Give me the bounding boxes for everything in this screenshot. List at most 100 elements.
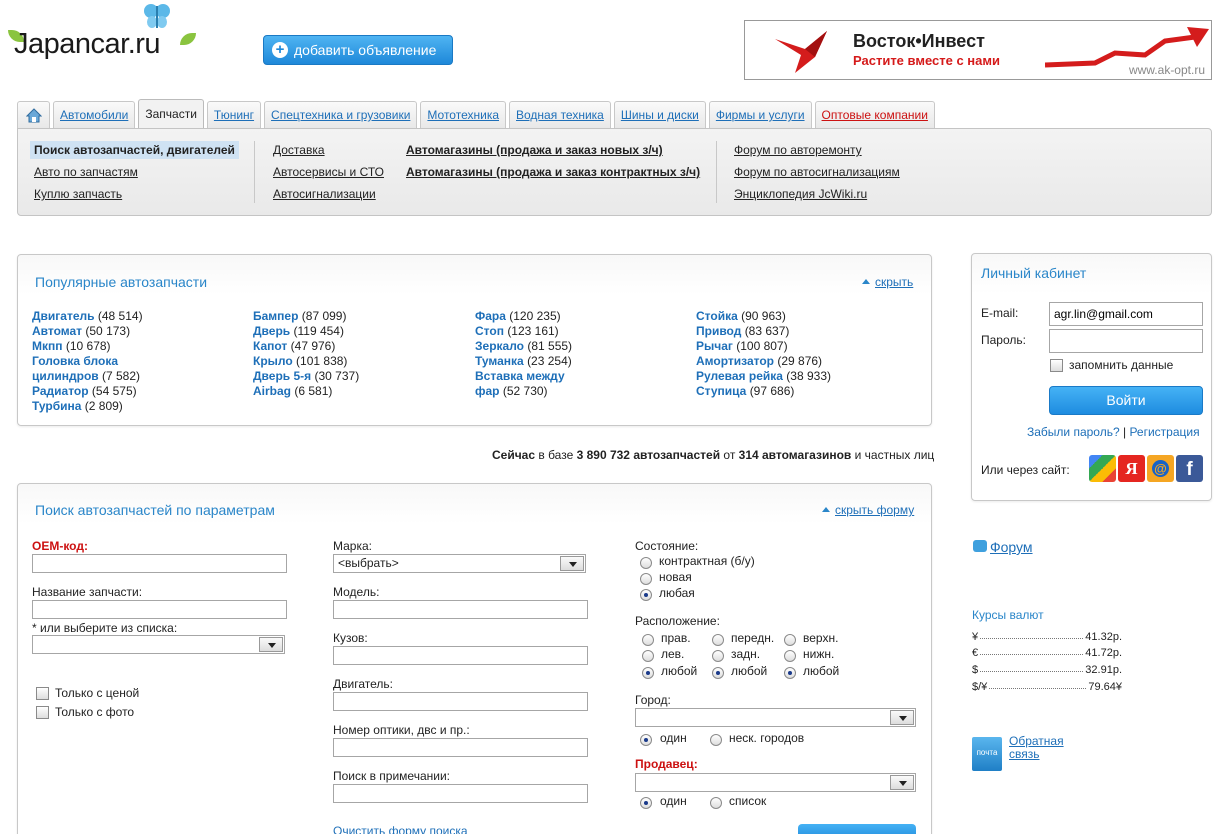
popular-part-link[interactable]: Турбина — [32, 399, 81, 413]
popular-part-link[interactable]: Капот — [253, 339, 287, 353]
password-input[interactable] — [1049, 329, 1203, 353]
note-input[interactable] — [333, 784, 588, 803]
popular-part-count: (47 976) — [290, 339, 336, 353]
engine-input[interactable] — [333, 692, 588, 711]
condition-new-radio[interactable] — [640, 573, 652, 585]
model-input[interactable] — [333, 600, 588, 619]
popular-part-link[interactable]: Двигатель — [32, 309, 95, 323]
loc-fr-any-radio[interactable] — [712, 667, 724, 679]
loc-right-radio[interactable] — [642, 634, 654, 646]
loc-left-radio[interactable] — [642, 650, 654, 662]
tab-home[interactable] — [17, 101, 50, 128]
tab-parts[interactable]: Запчасти — [138, 99, 204, 128]
home-icon — [25, 107, 42, 122]
subnav-cars-for-parts[interactable]: Авто по запчастям — [34, 165, 138, 179]
yandex-icon[interactable]: Я — [1118, 455, 1145, 482]
popular-part-link[interactable]: Рулевая рейка — [696, 369, 783, 383]
subnav-wiki[interactable]: Энциклопедия JcWiki.ru — [734, 187, 867, 201]
forum-link[interactable]: Форум — [990, 539, 1033, 555]
tab-tires[interactable]: Шины и диски — [613, 101, 706, 128]
subnav-delivery[interactable]: Доставка — [273, 143, 325, 157]
popular-part-link[interactable]: Фара — [475, 309, 506, 323]
feedback-link[interactable]: Обратная связь — [1009, 735, 1079, 761]
facebook-icon[interactable]: f — [1176, 455, 1203, 482]
popular-part-link[interactable]: Туманка — [475, 354, 524, 368]
popular-part-link[interactable]: Стойка — [696, 309, 738, 323]
add-listing-button[interactable]: + добавить объявление — [263, 35, 453, 65]
tab-cars[interactable]: Автомобили — [53, 101, 136, 128]
loc-front-radio[interactable] — [712, 634, 724, 646]
tab-companies[interactable]: Фирмы и услуги — [708, 101, 812, 128]
forgot-password-link[interactable]: Забыли пароль? — [1027, 425, 1120, 439]
condition-any-radio[interactable] — [640, 589, 652, 601]
remember-checkbox[interactable] — [1050, 359, 1063, 372]
email-input[interactable] — [1049, 302, 1203, 326]
ad-banner[interactable]: Восток•Инвест Растите вместе с нами www.… — [744, 20, 1212, 80]
optics-input[interactable] — [333, 738, 588, 757]
popular-part-link[interactable]: Вставка между — [475, 369, 565, 383]
mail-box-icon[interactable]: почта — [972, 737, 1002, 771]
subnav-shops-contract[interactable]: Автомагазины (продажа и заказ контрактны… — [406, 165, 700, 179]
body-label: Кузов: — [333, 631, 368, 645]
body-input[interactable] — [333, 646, 588, 665]
popular-part-link[interactable]: Дверь 5-я — [253, 369, 311, 383]
register-link[interactable]: Регистрация — [1129, 425, 1199, 439]
seller-list-radio[interactable] — [710, 797, 722, 809]
popular-part-link[interactable]: цилиндров — [32, 369, 99, 383]
popular-part-link[interactable]: Airbag — [253, 384, 291, 398]
popular-part-link[interactable]: фар — [475, 384, 500, 398]
popular-part-link[interactable]: Автомат — [32, 324, 82, 338]
popular-part-link[interactable]: Ступица — [696, 384, 746, 398]
popular-part-link[interactable]: Бампер — [253, 309, 298, 323]
subnav-repair-forum[interactable]: Форум по авторемонту — [734, 143, 862, 157]
subnav-alarm-forum[interactable]: Форум по автосигнализациям — [734, 165, 900, 179]
hide-popular-link[interactable]: скрыть — [862, 275, 913, 289]
part-name-select[interactable] — [32, 635, 285, 654]
loc-ul-any-radio[interactable] — [784, 667, 796, 679]
tab-moto[interactable]: Мототехника — [420, 101, 507, 128]
loc-rear-radio[interactable] — [712, 650, 724, 662]
part-name-input[interactable] — [32, 600, 287, 619]
clear-form-link[interactable]: Очистить форму поиска — [333, 824, 468, 834]
subnav-parts-search[interactable]: Поиск автозапчастей, двигателей — [30, 141, 239, 159]
brand-select[interactable]: <выбрать> — [333, 554, 586, 573]
google-icon[interactable] — [1089, 455, 1116, 482]
condition-contract-radio[interactable] — [640, 557, 652, 569]
tab-wholesale[interactable]: Оптовые компании — [814, 101, 935, 128]
popular-part-link[interactable]: Радиатор — [32, 384, 89, 398]
tab-water[interactable]: Водная техника — [509, 101, 611, 128]
popular-part-link[interactable]: Головка блока — [32, 354, 118, 368]
search-button[interactable] — [798, 824, 916, 834]
city-select[interactable] — [635, 708, 916, 727]
oem-input[interactable] — [32, 554, 287, 573]
loc-option: нижн. — [803, 647, 835, 661]
popular-part-link[interactable]: Стоп — [475, 324, 504, 338]
subnav-shops-new[interactable]: Автомагазины (продажа и заказ новых з/ч) — [406, 143, 663, 157]
seller-one-radio[interactable] — [640, 797, 652, 809]
loc-lower-radio[interactable] — [784, 650, 796, 662]
loc-upper-radio[interactable] — [784, 634, 796, 646]
hide-form-link[interactable]: скрыть форму — [822, 503, 914, 517]
popular-part-link[interactable]: Дверь — [253, 324, 290, 338]
city-multi-radio[interactable] — [710, 734, 722, 746]
tab-tuning[interactable]: Тюнинг — [206, 101, 262, 128]
popular-part-count: (100 807) — [736, 339, 788, 353]
login-button[interactable]: Войти — [1049, 386, 1203, 415]
mailru-icon[interactable]: @ — [1147, 455, 1174, 482]
popular-part-link[interactable]: Зеркало — [475, 339, 524, 353]
subnav-buy-part[interactable]: Куплю запчасть — [34, 187, 122, 201]
popular-part-link[interactable]: Крыло — [253, 354, 293, 368]
seller-select[interactable] — [635, 773, 916, 792]
subnav-alarms[interactable]: Автосигнализации — [273, 187, 376, 201]
only-photo-checkbox[interactable] — [36, 706, 49, 719]
loc-lr-any-radio[interactable] — [642, 667, 654, 679]
popular-part-link[interactable]: Рычаг — [696, 339, 733, 353]
site-logo[interactable]: Japancar.ru — [14, 28, 161, 61]
popular-part-link[interactable]: Мкпп — [32, 339, 63, 353]
tab-special-vehicles[interactable]: Спецтехника и грузовики — [264, 101, 418, 128]
only-price-checkbox[interactable] — [36, 687, 49, 700]
popular-part-link[interactable]: Привод — [696, 324, 741, 338]
popular-part-link[interactable]: Амортизатор — [696, 354, 774, 368]
city-one-radio[interactable] — [640, 734, 652, 746]
subnav-services[interactable]: Автосервисы и СТО — [273, 165, 384, 179]
